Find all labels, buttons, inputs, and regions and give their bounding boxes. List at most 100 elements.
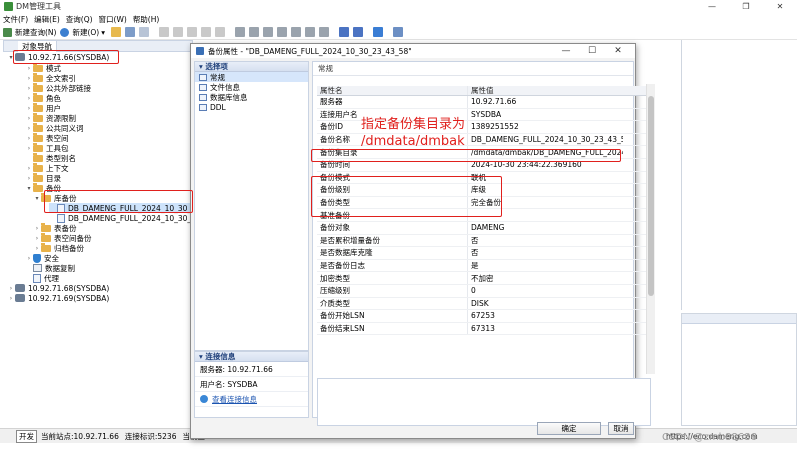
rollback-icon[interactable] [305, 27, 315, 37]
explain-icon[interactable] [277, 27, 287, 37]
tree-expander-icon[interactable]: › [25, 65, 33, 72]
open-folder-icon[interactable] [111, 27, 121, 37]
select-item-file-info[interactable]: 文件信息 [195, 82, 308, 92]
ok-button[interactable]: 确定 [537, 422, 601, 435]
tree-node[interactable]: › 用户 [25, 102, 61, 113]
menu-file[interactable]: 文件(F) [3, 14, 28, 25]
stop-icon[interactable] [263, 27, 273, 37]
cut-icon[interactable] [173, 27, 183, 37]
tree-node[interactable]: 类型别名 [25, 152, 76, 163]
tree-expander-icon[interactable]: › [25, 135, 33, 142]
tree-expander-icon[interactable]: › [33, 235, 41, 242]
dialog-maximize-button[interactable]: ☐ [579, 44, 605, 58]
tree-node[interactable]: › 工具包 [25, 142, 69, 153]
tree-node[interactable]: › 目录 [25, 172, 61, 183]
tree-node[interactable]: 数据复制 [25, 263, 75, 273]
table-row[interactable]: 是否累积增量备份否 [317, 234, 651, 248]
dialog-minimize-button[interactable]: — [553, 44, 579, 58]
tree-expander-icon[interactable]: ▾ [33, 195, 41, 202]
menu-edit[interactable]: 编辑(E) [34, 14, 60, 25]
tree-node-label: DB_DAMENG_FULL_2024_10_30_23 [68, 213, 201, 223]
tree-expander-icon[interactable]: › [7, 295, 15, 302]
tree-expander-icon[interactable]: › [25, 95, 33, 102]
view-connection-link[interactable]: 查看连接信息 [212, 394, 257, 405]
restore-button[interactable]: ❐ [729, 0, 763, 13]
cancel-button[interactable]: 取消 [608, 422, 634, 435]
back-icon[interactable] [339, 27, 349, 37]
select-item-label: 数据库信息 [210, 92, 248, 102]
tree-node[interactable]: 代理 [25, 273, 59, 283]
table-row[interactable]: 备份开始LSN 67253 [317, 310, 651, 323]
tree-node[interactable]: › 角色 [25, 92, 61, 103]
tree-node[interactable]: › 表备份 [33, 222, 77, 233]
menu-help[interactable]: 帮助(H) [133, 14, 160, 25]
table-scrollbar[interactable] [646, 84, 655, 374]
tree-expander-icon[interactable]: › [7, 285, 15, 292]
tree-node[interactable]: › 上下文 [25, 162, 69, 173]
tree-expander-icon[interactable]: › [25, 105, 33, 112]
menu-window[interactable]: 窗口(W) [99, 14, 127, 25]
table-row[interactable]: 备份结束LSN 67313 [317, 322, 651, 336]
select-item-ddl[interactable]: DDL [195, 102, 308, 112]
tree-node[interactable]: › 模式 [25, 62, 61, 73]
tree-expander-icon[interactable]: › [25, 115, 33, 122]
tree-expander-icon[interactable]: › [25, 165, 33, 172]
tree-node[interactable]: DB_DAMENG_FULL_2024_10_30_23 [49, 213, 201, 223]
menu-query[interactable]: 查询(Q) [66, 14, 93, 25]
close-button[interactable]: ✕ [763, 0, 797, 13]
tree-node[interactable]: › 10.92.71.68(SYSDBA) [7, 283, 110, 293]
tree-node[interactable]: › 资源限制 [25, 112, 76, 123]
dialog-close-button[interactable]: ✕ [605, 44, 631, 58]
right-panel [681, 40, 797, 310]
commit-icon[interactable] [291, 27, 301, 37]
copy-icon[interactable] [187, 27, 197, 37]
tree-expander-icon[interactable]: › [25, 145, 33, 152]
scrollbar-thumb[interactable] [648, 96, 654, 296]
forward-icon[interactable] [353, 27, 363, 37]
select-item-db-info[interactable]: 数据库信息 [195, 92, 308, 102]
tree-expander-icon[interactable]: › [25, 85, 33, 92]
home-icon[interactable] [373, 27, 383, 37]
tree-expander-icon[interactable]: › [25, 125, 33, 132]
table-row[interactable]: 备份对象 DAMENG [317, 221, 651, 235]
tree-node[interactable]: › 全文索引 [25, 72, 76, 83]
minimize-button[interactable]: — [695, 0, 729, 13]
tree-node[interactable]: › 归档备份 [33, 242, 84, 253]
undo-icon[interactable] [215, 27, 225, 37]
tree-expander-icon[interactable]: ▾ [25, 185, 33, 192]
select-items-panel: ▾ 选择项 常规 文件信息 数据库信息 DDL [194, 61, 309, 351]
tree-node[interactable]: › 公共外部链接 [25, 82, 91, 93]
tree-expander-icon[interactable]: › [25, 75, 33, 82]
new-button[interactable]: 新建(O) ▾ [60, 27, 105, 38]
run-step-icon[interactable] [249, 27, 259, 37]
save-icon[interactable] [125, 27, 135, 37]
tree-node[interactable]: › 10.92.71.69(SYSDBA) [7, 293, 110, 303]
tree-expander-icon[interactable]: › [33, 225, 41, 232]
layout-icon[interactable] [393, 27, 403, 37]
tree-node[interactable]: › 表空间备份 [33, 232, 92, 243]
format-icon[interactable] [319, 27, 329, 37]
table-row[interactable]: 是否备份日志是 [317, 259, 651, 273]
tree-expander-icon[interactable]: › [33, 245, 41, 252]
save-all-icon[interactable] [139, 27, 149, 37]
tree-expander-icon[interactable]: › [25, 255, 33, 262]
table-row[interactable]: 压缩级别 0 [317, 284, 651, 298]
table-row[interactable]: 介质类型 DISK [317, 297, 651, 311]
folder-icon [33, 102, 43, 112]
new-dropdown-icon[interactable]: ▾ [101, 28, 105, 37]
mode-badge[interactable]: 开发 [16, 429, 37, 443]
select-item-general[interactable]: 常规 [195, 72, 308, 82]
print-icon[interactable] [159, 27, 169, 37]
description-area[interactable] [317, 378, 651, 426]
run-icon[interactable] [235, 27, 245, 37]
property-value: 不加密 [471, 273, 494, 283]
tree-node[interactable]: › 表空间 [25, 132, 69, 143]
tree-expander-icon[interactable]: › [25, 175, 33, 182]
table-row[interactable]: 服务器 10.92.71.66 [317, 96, 651, 109]
paste-icon[interactable] [201, 27, 211, 37]
tree-node[interactable]: › 安全 [25, 253, 59, 263]
new-query-button[interactable]: 新建查询(N) [3, 27, 56, 38]
table-row[interactable]: 加密类型 不加密 [317, 272, 651, 285]
table-row[interactable]: 是否数据库克隆否 [317, 247, 651, 260]
tree-node[interactable]: › 公共同义词 [25, 122, 84, 133]
